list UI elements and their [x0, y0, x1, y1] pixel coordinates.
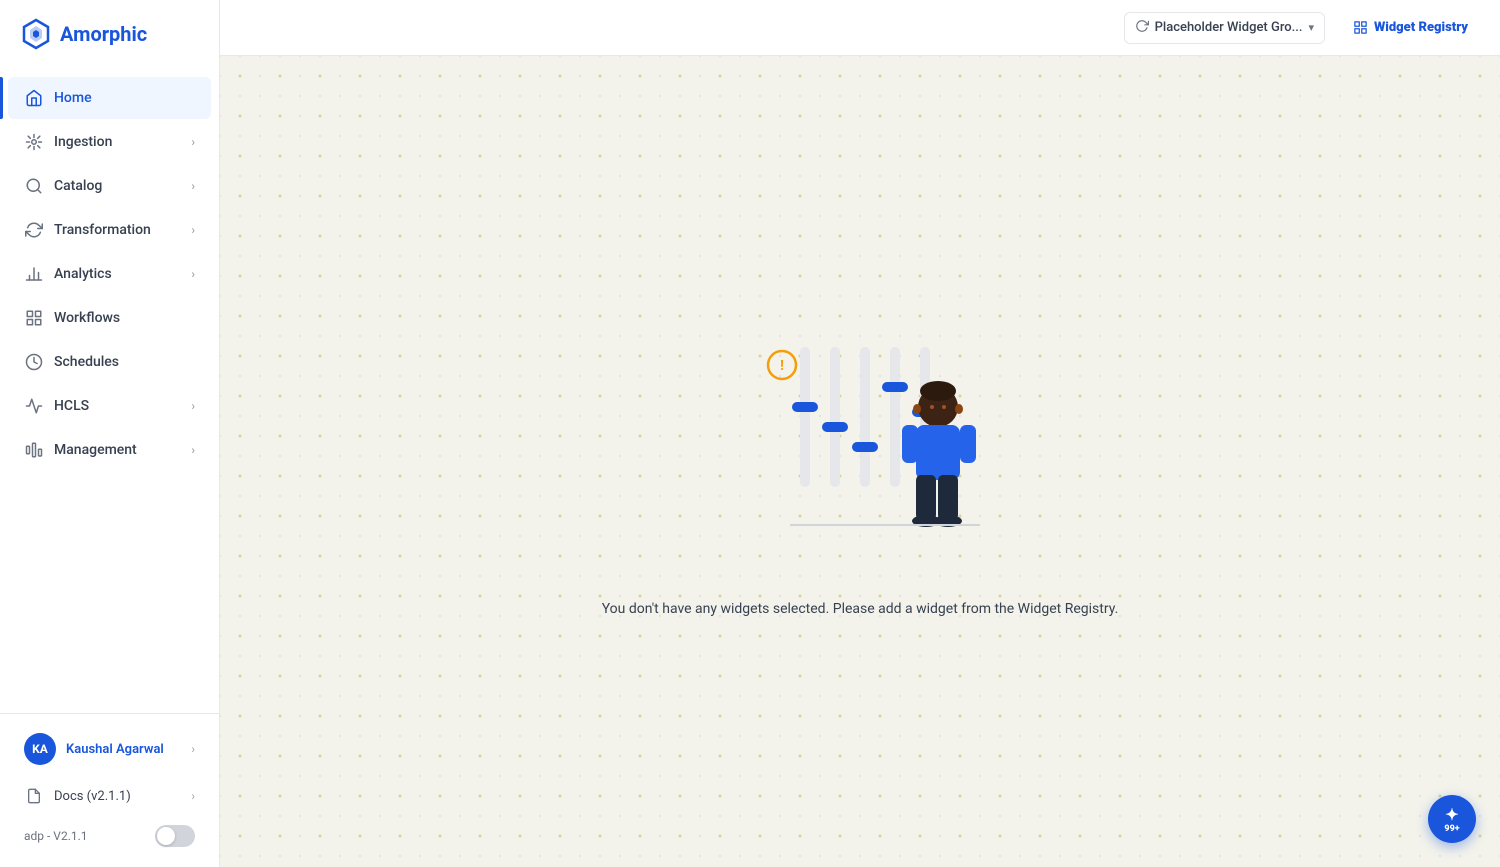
empty-state-message: You don't have any widgets selected. Ple…: [602, 601, 1119, 617]
version-row: adp - V2.1.1: [8, 817, 211, 859]
empty-state-illustration: !: [710, 307, 1010, 577]
logo-icon: [20, 18, 52, 50]
widget-registry-label: Widget Registry: [1374, 20, 1468, 35]
dark-mode-toggle[interactable]: [155, 825, 195, 847]
sidebar-item-label: HCLS: [54, 398, 89, 414]
fab-badge: 99+: [1444, 824, 1459, 834]
chevron-down-icon: ▾: [1308, 21, 1314, 34]
sidebar-item-analytics[interactable]: Analytics ›: [8, 253, 211, 295]
widget-group-selector[interactable]: Placeholder Widget Gro... ▾: [1124, 12, 1325, 44]
widget-registry-button[interactable]: Widget Registry: [1341, 14, 1480, 41]
sidebar-item-label: Workflows: [54, 310, 120, 326]
toggle-knob: [157, 827, 175, 845]
home-icon: [24, 88, 44, 108]
content-area: !: [220, 56, 1500, 867]
user-profile-item[interactable]: KA Kaushal Agarwal ›: [8, 723, 211, 775]
logo-text: Amorphic: [60, 22, 147, 46]
chevron-right-icon: ›: [191, 742, 195, 756]
catalog-icon: [24, 176, 44, 196]
sidebar-item-schedules[interactable]: Schedules: [8, 341, 211, 383]
avatar: KA: [24, 733, 56, 765]
sidebar: Amorphic Home Ingestion ›: [0, 0, 220, 867]
sidebar-item-management[interactable]: Management ›: [8, 429, 211, 471]
nav-menu: Home Ingestion › Catalog ›: [0, 68, 219, 713]
chevron-right-icon: ›: [191, 399, 195, 413]
chevron-right-icon: ›: [191, 789, 195, 803]
sidebar-item-label: Analytics: [54, 266, 112, 282]
sidebar-item-home[interactable]: Home: [8, 77, 211, 119]
docs-item[interactable]: Docs (v2.1.1) ›: [8, 776, 211, 816]
hcls-icon: [24, 396, 44, 416]
chevron-right-icon: ›: [191, 223, 195, 237]
sidebar-item-label: Home: [54, 90, 92, 106]
logo: Amorphic: [0, 0, 219, 68]
transformation-icon: [24, 220, 44, 240]
chevron-right-icon: ›: [191, 267, 195, 281]
version-text: adp - V2.1.1: [24, 829, 88, 843]
main-content: Placeholder Widget Gro... ▾ Widget Regis…: [220, 0, 1500, 867]
chevron-right-icon: ›: [191, 179, 195, 193]
sidebar-item-workflows[interactable]: Workflows: [8, 297, 211, 339]
sidebar-item-label: Catalog: [54, 178, 102, 194]
user-name: Kaushal Agarwal: [66, 742, 164, 757]
grid-icon: [1353, 20, 1368, 35]
docs-icon: [24, 786, 44, 806]
docs-label: Docs (v2.1.1): [54, 789, 131, 804]
sidebar-item-label: Ingestion: [54, 134, 112, 150]
sidebar-item-hcls[interactable]: HCLS ›: [8, 385, 211, 427]
management-icon: [24, 440, 44, 460]
sidebar-item-label: Schedules: [54, 354, 119, 370]
widget-group-name: Placeholder Widget Gro...: [1155, 20, 1303, 35]
schedules-icon: [24, 352, 44, 372]
sidebar-item-label: Management: [54, 442, 137, 458]
chevron-right-icon: ›: [191, 443, 195, 457]
fab-icon: ✦: [1445, 805, 1458, 824]
refresh-icon: [1135, 19, 1149, 37]
fab-button[interactable]: ✦ 99+: [1428, 795, 1476, 843]
sidebar-item-ingestion[interactable]: Ingestion ›: [8, 121, 211, 163]
svg-text:!: !: [780, 358, 784, 374]
sidebar-item-catalog[interactable]: Catalog ›: [8, 165, 211, 207]
workflows-icon: [24, 308, 44, 328]
sidebar-item-label: Transformation: [54, 222, 151, 238]
sidebar-item-transformation[interactable]: Transformation ›: [8, 209, 211, 251]
ingestion-icon: [24, 132, 44, 152]
sidebar-bottom: KA Kaushal Agarwal › Docs (v2.1.1) › adp…: [0, 713, 219, 867]
empty-state: !: [602, 307, 1119, 617]
analytics-icon: [24, 264, 44, 284]
chevron-right-icon: ›: [191, 135, 195, 149]
header: Placeholder Widget Gro... ▾ Widget Regis…: [220, 0, 1500, 56]
